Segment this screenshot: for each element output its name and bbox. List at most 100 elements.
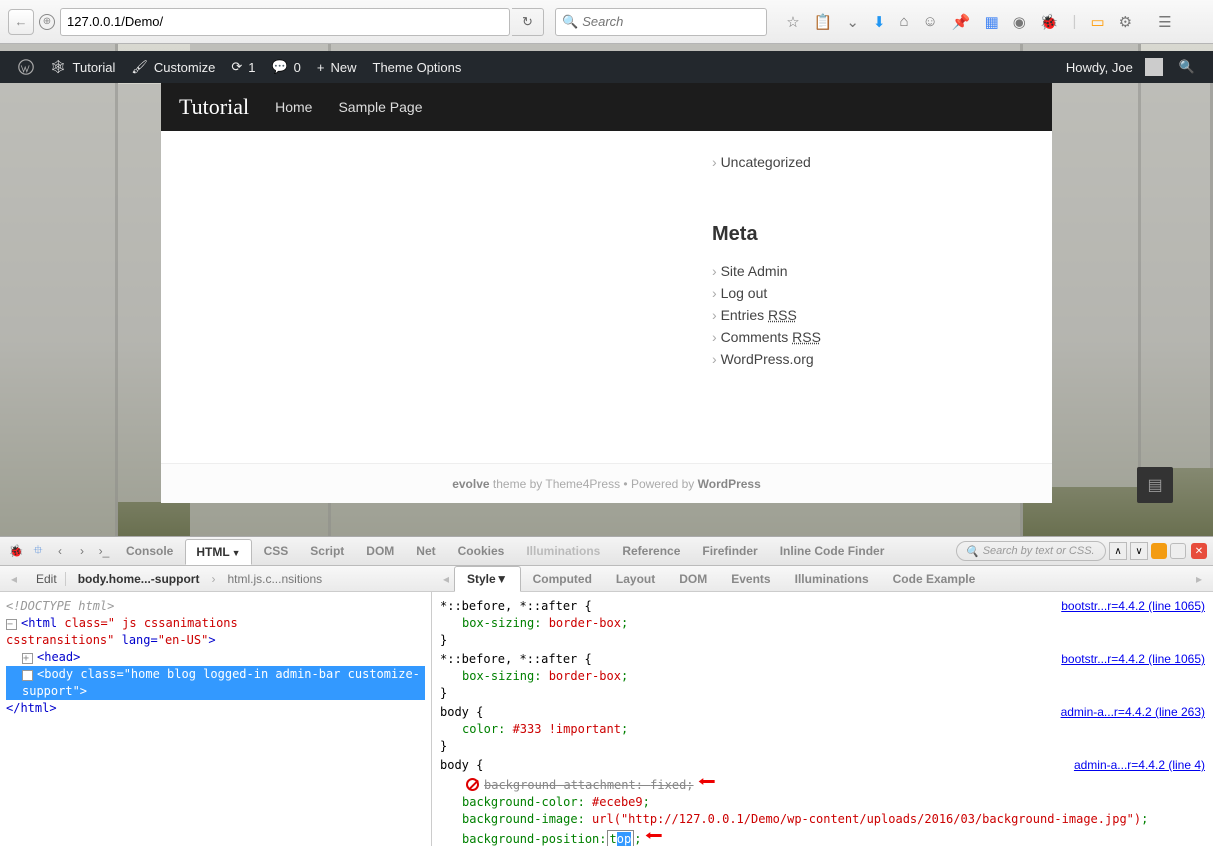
list-item[interactable]: Site Admin <box>712 260 942 282</box>
tab-script[interactable]: Script <box>300 539 354 563</box>
crumb-prev[interactable]: ◂ <box>6 572 22 586</box>
folder-icon[interactable]: ▭ <box>1090 13 1104 31</box>
customize-link[interactable]: 🖌Customize <box>123 59 223 75</box>
back-button[interactable]: ← <box>8 9 34 35</box>
separator: | <box>1073 13 1077 30</box>
pin-icon[interactable]: 📌 <box>952 13 971 31</box>
url-bar[interactable] <box>60 8 510 36</box>
subtab-layout[interactable]: Layout <box>604 567 667 591</box>
tab-reference[interactable]: Reference <box>612 539 690 563</box>
tab-firefinder[interactable]: Firefinder <box>692 539 767 563</box>
comment-icon: 💬 <box>271 59 287 75</box>
edit-button[interactable]: Edit <box>28 572 66 586</box>
html-tree[interactable]: <!DOCTYPE html> −<html class=" js cssani… <box>0 592 432 846</box>
comments-link[interactable]: 💬0 <box>263 59 308 75</box>
search-toggle-icon[interactable]: 🔍 <box>1171 59 1203 75</box>
head-node[interactable]: <head> <box>37 650 80 664</box>
subtab-code-example[interactable]: Code Example <box>881 567 988 591</box>
nav-sample-page[interactable]: Sample Page <box>338 99 422 115</box>
forward-arrow-icon[interactable]: › <box>72 541 92 561</box>
sub-next[interactable]: ▸ <box>1191 572 1207 586</box>
grid-icon[interactable]: ▦ <box>985 13 999 31</box>
search-box[interactable]: 🔍 <box>555 8 767 36</box>
wp-logo-icon[interactable] <box>10 59 42 75</box>
dashboard-icon: 🕸 <box>50 59 67 75</box>
search-next[interactable]: ∨ <box>1130 542 1148 560</box>
download-icon[interactable]: ⬇ <box>873 13 886 31</box>
face-icon[interactable]: ☺ <box>923 13 938 30</box>
twisty-icon[interactable]: + <box>22 653 33 664</box>
tab-html[interactable]: HTML▼ <box>185 539 251 565</box>
list-item[interactable]: Entries RSS <box>712 304 942 326</box>
devtools-panel: 🐞 ⯐ ‹ › ›_ Console HTML▼ CSS Script DOM … <box>0 536 1213 846</box>
tab-console[interactable]: Console <box>116 539 183 563</box>
search-icon: 🔍 <box>965 545 979 558</box>
subtab-dom[interactable]: DOM <box>667 567 719 591</box>
css-value-editor[interactable]: top <box>607 830 635 846</box>
home-icon[interactable]: ⌂ <box>899 13 908 30</box>
widget-title: Meta <box>712 223 942 246</box>
doctype-node[interactable]: <!DOCTYPE html> <box>6 599 114 613</box>
nav-home[interactable]: Home <box>275 99 312 115</box>
source-link[interactable]: admin-a...r=4.4.2 (line 4) <box>1074 757 1205 774</box>
search-prev[interactable]: ∧ <box>1109 542 1127 560</box>
updates-link[interactable]: ⟳1 <box>223 59 263 75</box>
circle-icon[interactable]: ◉ <box>1013 13 1026 31</box>
theme-options-link[interactable]: Theme Options <box>365 60 470 75</box>
site-header: Tutorial Home Sample Page <box>161 83 1052 131</box>
clipboard-icon[interactable]: 📋 <box>814 13 833 31</box>
identity-icon[interactable]: ⊕ <box>39 14 55 30</box>
css-rules[interactable]: bootstr...r=4.4.2 (line 1065) *::before,… <box>432 592 1213 846</box>
new-link[interactable]: +New <box>309 60 365 75</box>
console-icon[interactable]: ›_ <box>94 541 114 561</box>
disabled-rule[interactable]: background-attachment: fixed;⬅ <box>440 774 1205 794</box>
html-close-node[interactable]: </html> <box>6 701 57 715</box>
wp-admin-bar[interactable]: 🕸Tutorial 🖌Customize ⟳1 💬0 +New Theme Op… <box>0 51 1213 83</box>
list-item[interactable]: Uncategorized <box>712 151 942 173</box>
bug-icon[interactable]: 🐞 <box>1040 13 1059 31</box>
breadcrumb-body[interactable]: body.home...-support <box>72 572 206 586</box>
gear-icon[interactable]: ⚙ <box>1119 13 1132 31</box>
tab-cookies[interactable]: Cookies <box>448 539 515 563</box>
pocket-icon[interactable]: ⌄ <box>846 13 859 31</box>
footer-theme-link[interactable]: evolve <box>452 477 489 491</box>
site-name-link[interactable]: 🕸Tutorial <box>42 59 123 75</box>
search-icon: 🔍 <box>562 14 578 30</box>
subtab-illuminations[interactable]: Illuminations <box>783 567 881 591</box>
sub-prev[interactable]: ◂ <box>438 572 454 586</box>
twisty-icon[interactable]: − <box>6 619 17 630</box>
star-icon[interactable]: ☆ <box>786 13 799 31</box>
scroll-top-button[interactable]: ▤ <box>1137 467 1173 503</box>
browser-toolbar: ← ⊕ ↻ 🔍 ☆ 📋 ⌄ ⬇ ⌂ ☺ 📌 ▦ ◉ 🐞 | ▭ ⚙ ☰ <box>0 0 1213 44</box>
site-title[interactable]: Tutorial <box>179 94 249 120</box>
url-input[interactable] <box>67 14 503 29</box>
firebug-icon[interactable]: 🐞 <box>6 541 26 561</box>
tab-css[interactable]: CSS <box>254 539 299 563</box>
breadcrumb-html[interactable]: html.js.c...nsitions <box>221 572 328 586</box>
popout-button[interactable] <box>1170 543 1186 559</box>
subtab-computed[interactable]: Computed <box>521 567 604 591</box>
subtab-style[interactable]: Style▼ <box>454 566 521 592</box>
howdy-link[interactable]: Howdy, Joe <box>1058 58 1171 76</box>
source-link[interactable]: bootstr...r=4.4.2 (line 1065) <box>1061 598 1205 615</box>
subtab-events[interactable]: Events <box>719 567 782 591</box>
close-button[interactable]: ✕ <box>1191 543 1207 559</box>
tab-net[interactable]: Net <box>406 539 445 563</box>
tab-inline-code[interactable]: Inline Code Finder <box>770 539 895 563</box>
list-item[interactable]: Comments RSS <box>712 326 942 348</box>
tab-illuminations[interactable]: Illuminations <box>516 539 610 563</box>
list-item[interactable]: WordPress.org <box>712 348 942 370</box>
search-input[interactable] <box>582 14 760 29</box>
source-link[interactable]: bootstr...r=4.4.2 (line 1065) <box>1061 651 1205 668</box>
back-arrow-icon[interactable]: ‹ <box>50 541 70 561</box>
body-node-selected[interactable]: +<body class="home blog logged-in admin-… <box>6 666 425 700</box>
minimize-button[interactable] <box>1151 543 1167 559</box>
tab-dom[interactable]: DOM <box>356 539 404 563</box>
source-link[interactable]: admin-a...r=4.4.2 (line 263) <box>1061 704 1205 721</box>
menu-icon[interactable]: ☰ <box>1158 13 1171 31</box>
footer-wp-link[interactable]: WordPress <box>698 477 761 491</box>
list-item[interactable]: Log out <box>712 282 942 304</box>
reload-button[interactable]: ↻ <box>512 8 544 36</box>
inspect-icon[interactable]: ⯐ <box>28 541 48 561</box>
devtools-search[interactable]: 🔍Search by text or CSS. <box>956 541 1106 561</box>
